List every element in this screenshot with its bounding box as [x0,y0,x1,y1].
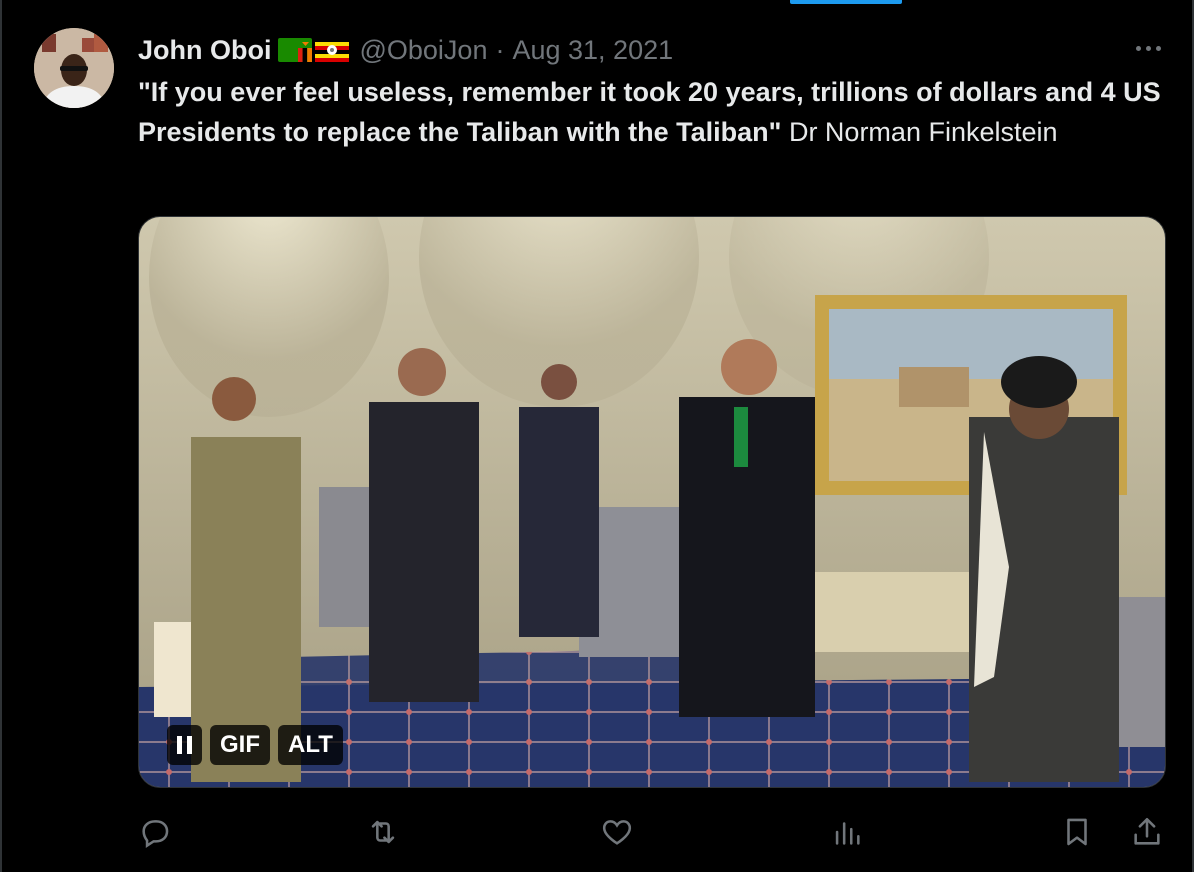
more-dot-icon [1145,45,1151,51]
gif-frame-image [139,217,1165,787]
views-icon [835,822,860,845]
pause-icon [177,736,192,754]
share-button[interactable] [1130,808,1164,856]
header-separator: · [495,34,505,65]
author-name[interactable]: John Oboi [138,35,271,66]
reply-button[interactable] [138,808,172,856]
media-gif[interactable]: GIF ALT [138,216,1166,788]
more-options-button[interactable] [1124,30,1172,66]
tweet-actions [0,808,1194,856]
pause-button[interactable] [167,725,202,765]
share-icon [1134,817,1160,845]
tweet-header: John Oboi @OboiJon · Aug 31, 2021 [138,30,673,70]
tweet-date[interactable]: Aug 31, 2021 [512,35,673,66]
reply-icon [142,820,169,848]
author-handle[interactable]: @OboiJon [359,35,487,66]
frame-border-left [0,0,2,872]
tweet-attribution: Dr Norman Finkelstein [781,117,1058,147]
tweet-text: "If you ever feel useless, remember it t… [138,72,1168,152]
like-button[interactable] [600,808,634,856]
more-dot-icon [1135,45,1141,51]
avatar[interactable] [34,28,114,108]
alt-text-button[interactable]: ALT [278,725,343,765]
retweet-icon [371,820,395,844]
flag-zambia-icon [278,38,313,62]
flag-uganda-icon [315,38,350,62]
gif-badge[interactable]: GIF [210,725,270,765]
retweet-button[interactable] [366,808,400,856]
bookmark-icon [1067,818,1087,846]
bookmark-button[interactable] [1060,808,1094,856]
media-controls: GIF ALT [167,725,343,765]
author-flags [275,38,350,62]
more-dot-icon [1155,45,1161,51]
top-accent-bar [790,0,902,4]
heart-icon [602,820,632,845]
views-button[interactable] [830,808,864,856]
